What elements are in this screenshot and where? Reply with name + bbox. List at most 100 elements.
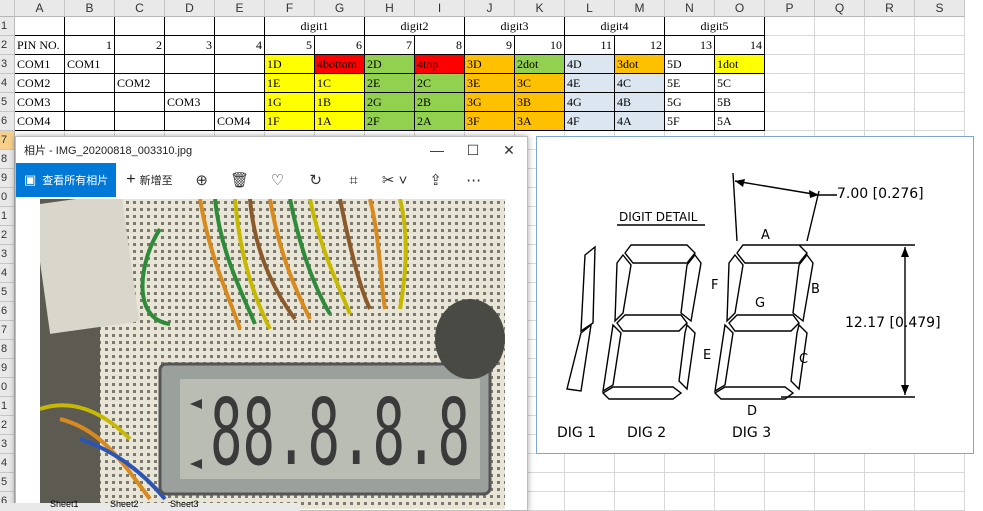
row-header[interactable]: 4 (0, 264, 15, 283)
empty-cell[interactable] (865, 473, 915, 492)
column-header[interactable]: C (115, 0, 165, 17)
segment-cell[interactable]: 4C (615, 74, 665, 93)
row-header[interactable]: 8 (0, 340, 15, 359)
sheet-tab-2[interactable]: Sheet2 (110, 499, 139, 509)
column-header[interactable]: Q (815, 0, 865, 17)
empty-cell[interactable] (865, 492, 915, 511)
segment-cell[interactable]: 1dot (715, 55, 765, 74)
column-header[interactable]: G (315, 0, 365, 17)
edit-icon[interactable]: ✂ ˅ (373, 171, 417, 189)
column-header[interactable]: O (715, 0, 765, 17)
segment-cell[interactable]: 3B (515, 93, 565, 112)
column-header[interactable]: B (65, 0, 115, 17)
empty-cell[interactable] (865, 55, 915, 74)
segment-cell[interactable]: 1E (265, 74, 315, 93)
pin-number-cell[interactable]: 5 (265, 36, 315, 55)
digit5-header[interactable]: digit5 (665, 17, 765, 36)
row-header[interactable]: 2 (0, 36, 15, 55)
empty-cell[interactable] (915, 93, 965, 112)
column-header[interactable]: J (465, 0, 515, 17)
column-header[interactable]: M (615, 0, 665, 17)
segment-cell[interactable]: 5B (715, 93, 765, 112)
empty-cell[interactable] (765, 17, 815, 36)
select-all-corner[interactable] (0, 0, 15, 17)
column-header[interactable]: A (15, 0, 65, 17)
row-header[interactable]: 1 (0, 17, 15, 36)
pin-number-cell[interactable]: 14 (715, 36, 765, 55)
segment-cell[interactable]: 2E (365, 74, 415, 93)
empty-cell[interactable] (815, 17, 865, 36)
row-header[interactable]: 5 (0, 283, 15, 302)
cell-B1[interactable] (65, 17, 115, 36)
empty-cell[interactable] (765, 36, 815, 55)
favorite-icon[interactable]: ♡ (259, 171, 297, 189)
add-to-button[interactable]: + 新增至 (116, 171, 182, 189)
segment-cell[interactable]: 2D (365, 55, 415, 74)
digit1-header[interactable]: digit1 (265, 17, 365, 36)
segment-cell[interactable]: 3dot (615, 55, 665, 74)
com-pin-cell[interactable] (215, 93, 265, 112)
column-header[interactable]: I (415, 0, 465, 17)
empty-cell[interactable] (915, 112, 965, 131)
empty-cell[interactable] (665, 454, 715, 473)
row-header[interactable]: 8 (0, 150, 15, 169)
com-pin-cell[interactable] (165, 74, 215, 93)
segment-cell[interactable]: 3G (465, 93, 515, 112)
segment-cell[interactable]: 4A (615, 112, 665, 131)
segment-cell[interactable]: 1A (315, 112, 365, 131)
segment-cell[interactable]: 3A (515, 112, 565, 131)
empty-cell[interactable] (815, 454, 865, 473)
empty-cell[interactable] (565, 473, 615, 492)
com-pin-cell[interactable] (65, 74, 115, 93)
segment-cell[interactable]: 5D (665, 55, 715, 74)
empty-cell[interactable] (715, 454, 765, 473)
empty-cell[interactable] (765, 112, 815, 131)
empty-cell[interactable] (865, 17, 915, 36)
crop-icon[interactable]: ⌗ (335, 172, 373, 189)
row-header[interactable]: 2 (0, 226, 15, 245)
empty-cell[interactable] (915, 55, 965, 74)
pin-number-cell[interactable]: 3 (165, 36, 215, 55)
segment-cell[interactable]: 3F (465, 112, 515, 131)
empty-cell[interactable] (865, 454, 915, 473)
share-icon[interactable]: ⇪ (417, 171, 455, 189)
segment-cell[interactable]: 3C (515, 74, 565, 93)
segment-cell[interactable]: 5C (715, 74, 765, 93)
segment-cell[interactable]: 4bottom (315, 55, 365, 74)
empty-cell[interactable] (815, 112, 865, 131)
com-pin-cell[interactable] (115, 55, 165, 74)
digit3-header[interactable]: digit3 (465, 17, 565, 36)
pin-number-cell[interactable]: 7 (365, 36, 415, 55)
maximize-icon[interactable]: ☐ (455, 142, 491, 159)
com-pin-cell[interactable] (115, 93, 165, 112)
empty-cell[interactable] (565, 492, 615, 511)
segment-cell[interactable]: 4F (565, 112, 615, 131)
empty-cell[interactable] (815, 492, 865, 511)
empty-cell[interactable] (615, 473, 665, 492)
row-header[interactable]: 3 (0, 245, 15, 264)
column-header[interactable]: D (165, 0, 215, 17)
delete-icon[interactable]: 🗑 (221, 171, 259, 189)
pin-number-cell[interactable]: 8 (415, 36, 465, 55)
column-header[interactable]: L (565, 0, 615, 17)
zoom-icon[interactable]: ⊕ (183, 171, 221, 189)
pin-number-cell[interactable]: 10 (515, 36, 565, 55)
empty-cell[interactable] (615, 492, 665, 511)
empty-cell[interactable] (765, 473, 815, 492)
empty-cell[interactable] (665, 473, 715, 492)
more-icon[interactable]: ⋯ (455, 171, 493, 189)
empty-cell[interactable] (915, 74, 965, 93)
row-header[interactable]: 6 (0, 112, 15, 131)
row-header[interactable]: 0 (0, 378, 15, 397)
pin-label[interactable]: PIN NO. (15, 36, 65, 55)
segment-cell[interactable]: 4E (565, 74, 615, 93)
pin-number-cell[interactable]: 12 (615, 36, 665, 55)
row-header[interactable]: 2 (0, 416, 15, 435)
com-pin-cell[interactable] (65, 112, 115, 131)
column-header[interactable]: N (665, 0, 715, 17)
segment-cell[interactable]: 4D (565, 55, 615, 74)
segment-cell[interactable]: 1D (265, 55, 315, 74)
row-header[interactable]: 1 (0, 397, 15, 416)
column-header[interactable]: S (915, 0, 965, 17)
segment-cell[interactable]: 1B (315, 93, 365, 112)
